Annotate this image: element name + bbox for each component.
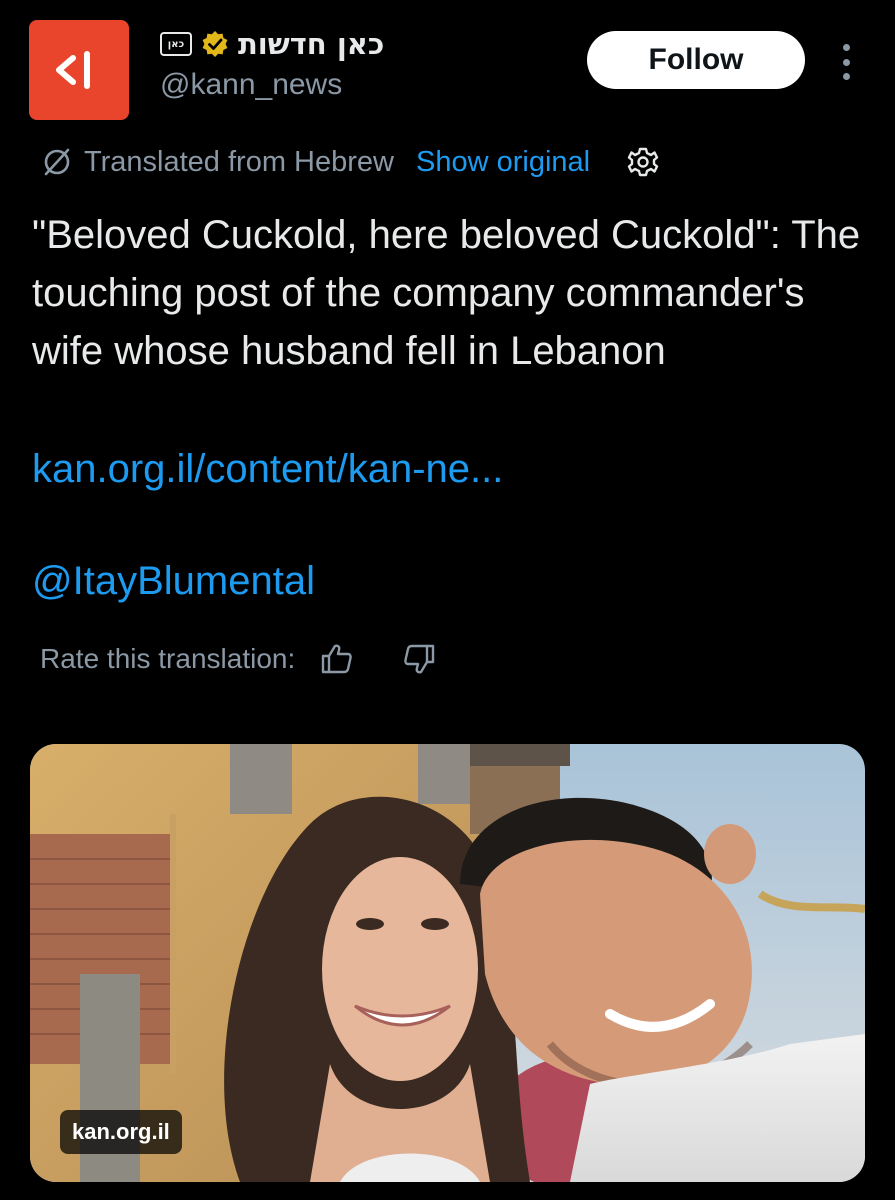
media-domain-label: kan.org.il bbox=[60, 1110, 182, 1154]
kan-badge-icon: כאן bbox=[160, 32, 192, 56]
thumbs-down-icon[interactable] bbox=[401, 641, 437, 677]
avatar[interactable] bbox=[29, 20, 129, 120]
translate-icon bbox=[44, 148, 70, 176]
verified-badge-icon bbox=[202, 31, 228, 57]
account-name-row: כאן כאן חדשות bbox=[160, 26, 384, 62]
thumbs-up-icon[interactable] bbox=[319, 641, 355, 677]
show-original-link[interactable]: Show original bbox=[416, 146, 590, 179]
gear-icon[interactable] bbox=[626, 145, 660, 179]
tweet-mention[interactable]: @ItayBlumental bbox=[32, 552, 315, 610]
more-dot bbox=[842, 58, 850, 66]
more-dot bbox=[842, 44, 850, 51]
translated-from-label: Translated from Hebrew bbox=[84, 145, 394, 178]
follow-button[interactable]: Follow bbox=[587, 31, 805, 89]
account-handle[interactable]: @kann_news bbox=[160, 68, 342, 102]
rate-translation-label: Rate this translation: bbox=[40, 643, 296, 674]
kan-logo-icon bbox=[56, 51, 90, 89]
translation-bar: Translated from Hebrew Show original bbox=[40, 140, 660, 184]
rate-translation-row: Rate this translation: bbox=[40, 636, 437, 682]
more-icon[interactable] bbox=[836, 44, 856, 80]
tweet-link[interactable]: kan.org.il/content/kan-ne... bbox=[32, 440, 503, 498]
display-name[interactable]: כאן חדשות bbox=[238, 27, 384, 61]
tweet-text: "Beloved Cuckold, here beloved Cuckold":… bbox=[32, 213, 861, 373]
more-dot bbox=[842, 73, 850, 80]
